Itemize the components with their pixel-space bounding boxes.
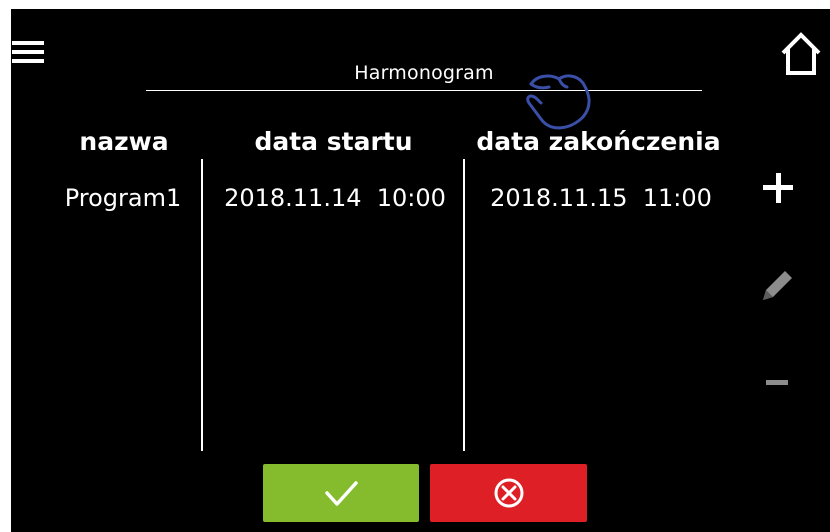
title-underline (146, 90, 702, 91)
home-icon[interactable] (779, 29, 823, 81)
device-screen: Harmonogram nazwa data startu data zakoń… (0, 0, 830, 532)
column-header-name: nazwa (79, 127, 169, 156)
minus-icon[interactable] (755, 359, 801, 405)
hamburger-menu-icon[interactable] (12, 41, 44, 67)
end-date-cell[interactable]: 2018.11.15 11:00 (471, 184, 731, 212)
column-divider (463, 159, 465, 451)
pencil-icon[interactable] (755, 262, 801, 308)
page-title: Harmonogram (354, 62, 494, 84)
checkmark-icon (325, 481, 358, 506)
column-header-end-date: data zakończenia (476, 127, 721, 156)
column-divider (201, 159, 203, 451)
circle-x-icon (494, 478, 523, 508)
confirm-button[interactable] (263, 464, 419, 522)
harmonogram-panel: Harmonogram nazwa data startu data zakoń… (11, 9, 830, 532)
cancel-button[interactable] (430, 464, 587, 522)
column-header-start-date: data startu (254, 127, 413, 156)
program-name-cell[interactable]: Program1 (49, 184, 197, 212)
start-date-cell[interactable]: 2018.11.14 10:00 (209, 184, 461, 212)
plus-icon[interactable] (755, 165, 801, 211)
